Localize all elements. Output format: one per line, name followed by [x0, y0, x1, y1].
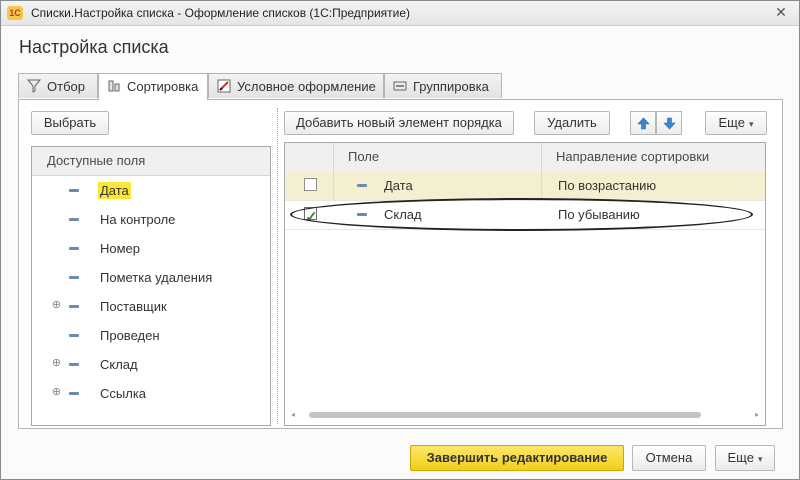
tab-sorting[interactable]: Сортировка	[98, 73, 208, 100]
arrow-up-icon	[637, 117, 650, 130]
table-row[interactable]: Склад По убыванию	[285, 200, 765, 232]
dropdown-caret-icon: ▾	[757, 454, 763, 464]
sort-icon	[108, 80, 120, 92]
field-icon	[69, 305, 79, 308]
move-up-button[interactable]	[630, 111, 656, 135]
field-label: На контроле	[100, 212, 176, 227]
tab-filter[interactable]: Отбор	[18, 73, 98, 98]
table-header: Поле Направление сортировки	[285, 143, 765, 172]
tab-label: Сортировка	[127, 79, 199, 94]
footer-more-label: Еще	[727, 450, 754, 465]
field-icon	[69, 218, 79, 221]
panel-splitter[interactable]	[277, 108, 278, 424]
field-icon	[69, 392, 79, 395]
field-icon	[69, 189, 79, 192]
scroll-right-icon[interactable]: ▸	[755, 410, 759, 420]
list-item[interactable]: Номер	[32, 234, 270, 263]
field-label: Номер	[100, 241, 141, 256]
expand-icon[interactable]: ⊕	[51, 358, 62, 369]
more-label: Еще	[718, 115, 745, 130]
field-label: Поставщик	[100, 299, 167, 314]
horizontal-scrollbar[interactable]: ◂ ▸	[289, 410, 761, 420]
expand-icon[interactable]: ⊕	[51, 387, 62, 398]
delete-button[interactable]: Удалить	[534, 111, 610, 135]
footer-more-button[interactable]: Еще ▾	[715, 445, 775, 471]
dropdown-caret-icon: ▾	[748, 119, 754, 129]
window-title: Списки.Настройка списка - Оформление спи…	[31, 6, 411, 20]
select-button[interactable]: Выбрать	[31, 111, 109, 135]
grouping-icon	[393, 81, 407, 91]
add-order-item-button[interactable]: Добавить новый элемент порядка	[284, 111, 514, 135]
field-label: Склад	[100, 357, 138, 372]
filter-icon	[27, 79, 41, 93]
tab-conditional-format[interactable]: Условное оформление	[208, 73, 384, 98]
tab-label: Условное оформление	[237, 79, 376, 94]
more-button[interactable]: Еще ▾	[705, 111, 767, 135]
sort-order-table: Поле Направление сортировки Дата По возр…	[284, 142, 766, 426]
field-icon	[357, 184, 367, 187]
header-direction[interactable]: Направление сортировки	[541, 143, 765, 171]
available-fields-header: Доступные поля	[32, 147, 270, 176]
field-label: Дата	[98, 182, 131, 199]
table-row[interactable]: Дата По возрастанию	[285, 171, 765, 201]
header-check-column	[285, 143, 333, 171]
list-item[interactable]: Дата	[32, 176, 270, 205]
app-logo-icon: 1С	[7, 6, 23, 20]
finish-editing-button[interactable]: Завершить редактирование	[410, 445, 624, 471]
tab-grouping[interactable]: Группировка	[384, 73, 502, 98]
row-field: Дата	[384, 178, 413, 193]
move-down-button[interactable]	[656, 111, 682, 135]
list-item[interactable]: ⊕ Поставщик	[32, 292, 270, 321]
list-item[interactable]: Проведен	[32, 321, 270, 350]
form-title: Настройка списка	[19, 37, 169, 57]
expand-icon[interactable]: ⊕	[51, 300, 62, 311]
field-label: Ссылка	[100, 386, 147, 401]
arrow-down-icon	[663, 117, 676, 130]
scroll-left-icon[interactable]: ◂	[291, 410, 295, 420]
field-icon	[69, 334, 79, 337]
field-icon	[69, 363, 79, 366]
scroll-thumb[interactable]	[309, 412, 701, 418]
conditional-format-icon	[217, 79, 231, 93]
tab-label: Группировка	[413, 79, 489, 94]
row-checkbox[interactable]	[304, 178, 317, 191]
tab-label: Отбор	[47, 79, 85, 94]
title-bar: 1С Списки.Настройка списка - Оформление …	[1, 1, 799, 26]
list-item[interactable]: На контроле	[32, 205, 270, 234]
field-icon	[69, 276, 79, 279]
field-label: Пометка удаления	[100, 270, 213, 285]
row-field: Склад	[384, 207, 422, 222]
header-field[interactable]: Поле	[333, 143, 541, 171]
list-item[interactable]: Пометка удаления	[32, 263, 270, 292]
list-item[interactable]: ⊕ Ссылка	[32, 379, 270, 408]
available-fields-list: Доступные поля Дата На контроле Номер По…	[31, 146, 271, 426]
field-icon	[357, 213, 367, 216]
field-label: Проведен	[100, 328, 160, 343]
row-direction[interactable]: По возрастанию	[541, 171, 765, 200]
close-icon[interactable]: ✕	[773, 4, 789, 20]
field-icon	[69, 247, 79, 250]
sorting-panel: Выбрать Доступные поля Дата На контроле …	[18, 99, 783, 429]
list-item[interactable]: ⊕ Склад	[32, 350, 270, 379]
row-direction[interactable]: По убыванию	[541, 200, 765, 229]
settings-window: 1С Списки.Настройка списка - Оформление …	[0, 0, 800, 480]
cancel-button[interactable]: Отмена	[632, 445, 706, 471]
row-checkbox[interactable]	[304, 203, 318, 232]
